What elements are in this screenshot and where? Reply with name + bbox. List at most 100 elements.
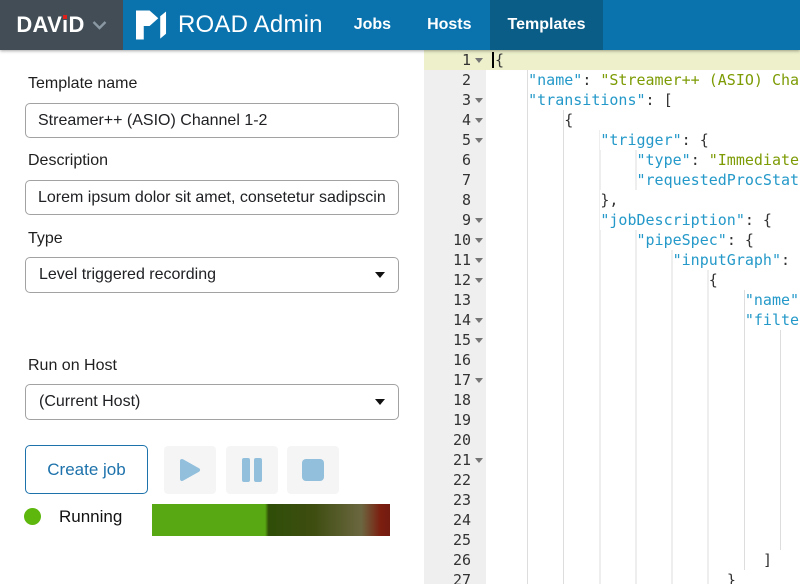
fold-toggle-icon[interactable] [471,218,486,223]
fold-toggle-icon[interactable] [471,278,486,283]
line-number-gutter: 15 [424,330,486,350]
dropdown-arrow-icon [375,272,385,278]
indent-guides [492,310,745,330]
line-number-gutter: 17 [424,370,486,390]
pause-button[interactable] [226,446,278,494]
line-number-gutter: 12 [424,270,486,290]
level-meter [152,504,390,536]
template-form-panel: Template name Description Type Level tri… [0,50,424,584]
code-line-text [486,370,800,390]
line-number-gutter: 26 [424,550,486,570]
play-button[interactable] [164,446,216,494]
indent-guides [492,110,564,130]
indent-guides [492,130,600,150]
line-number: 21 [424,450,471,470]
tab-hosts[interactable]: Hosts [409,0,489,50]
type-select[interactable]: Level triggered recording [25,257,399,293]
json-code-editor[interactable]: 1{2"name": "Streamer++ (ASIO) Cha3"trans… [424,50,800,584]
fold-toggle-icon[interactable] [471,118,486,123]
line-number-gutter: 22 [424,470,486,490]
code-line: 22 [424,470,800,490]
code-line-text: { [486,270,800,290]
code-line-text [486,470,800,490]
code-line-text: "inputGraph": [ [486,250,800,270]
code-line-text: { [486,330,800,350]
line-number-gutter: 16 [424,350,486,370]
code-line: 19 [424,410,800,430]
code-line: 20 [424,430,800,450]
road-admin-logo-icon [136,10,167,40]
line-number-gutter: 11 [424,250,486,270]
line-number-gutter: 6 [424,150,486,170]
line-number: 26 [424,550,471,570]
code-line-text [486,410,800,430]
code-line-text: { [486,50,800,70]
line-number: 8 [424,190,471,210]
fold-toggle-icon[interactable] [471,318,486,323]
code-line: 24 [424,510,800,530]
line-number: 13 [424,290,471,310]
description-input[interactable] [25,180,399,215]
type-select-value: Level triggered recording [39,266,216,284]
code-line-text: "type": "Immediate [486,150,800,170]
line-number-gutter: 14 [424,310,486,330]
tab-jobs[interactable]: Jobs [336,0,409,50]
line-number: 19 [424,410,471,430]
fold-toggle-icon[interactable] [471,238,486,243]
run-on-host-select[interactable]: (Current Host) [25,384,399,420]
code-line-text: "jobDescription": { [486,210,800,230]
code-line: 16 [424,350,800,370]
code-line: 17 [424,370,800,390]
indent-guides [492,270,709,290]
play-icon [178,457,202,483]
brand: ROAD Admin [123,0,323,50]
fold-toggle-icon[interactable] [471,258,486,263]
code-line: 4{ [424,110,800,130]
indent-guides [492,250,673,270]
line-number-gutter: 24 [424,510,486,530]
line-number: 5 [424,130,471,150]
line-number: 10 [424,230,471,250]
line-number-gutter: 9 [424,210,486,230]
nav-tabs: JobsHostsTemplates [336,0,604,50]
template-name-input[interactable] [25,103,399,138]
fold-toggle-icon[interactable] [471,58,486,63]
tab-templates[interactable]: Templates [490,0,604,50]
line-number: 15 [424,330,471,350]
stop-button[interactable] [287,446,339,494]
fold-toggle-icon[interactable] [471,138,486,143]
indent-guides [492,70,528,90]
dropdown-arrow-icon [375,399,385,405]
line-number-gutter: 25 [424,530,486,550]
david-logo-menu[interactable]: DAVıD [0,0,123,50]
code-line: 26] [424,550,800,570]
line-number-gutter: 8 [424,190,486,210]
fold-toggle-icon[interactable] [471,338,486,343]
code-line-text: "requestedProcStat [486,170,800,190]
line-number: 17 [424,370,471,390]
text-cursor [492,52,494,68]
fold-toggle-icon[interactable] [471,458,486,463]
code-line: 3"transitions": [ [424,90,800,110]
code-line: 14"filter": { [424,310,800,330]
create-job-button[interactable]: Create job [25,445,148,494]
fold-toggle-icon[interactable] [471,378,486,383]
line-number: 2 [424,70,471,90]
indent-guides [492,90,528,110]
line-number-gutter: 19 [424,410,486,430]
code-line-text: "transitions": [ [486,90,800,110]
type-label: Type [28,230,63,248]
fold-toggle-icon[interactable] [471,98,486,103]
code-line-text: "pipeSpec": { [486,230,800,250]
code-line-text: } [486,570,800,584]
code-line: 27} [424,570,800,584]
david-logo: DAVıD [16,12,84,38]
code-line: 1{ [424,50,800,70]
line-number-gutter: 10 [424,230,486,250]
indent-guides [492,190,600,210]
run-on-host-label: Run on Host [28,357,117,375]
indent-guides [492,170,637,190]
indent-guides [492,570,727,584]
line-number-gutter: 2 [424,70,486,90]
chevron-down-icon [92,21,107,30]
